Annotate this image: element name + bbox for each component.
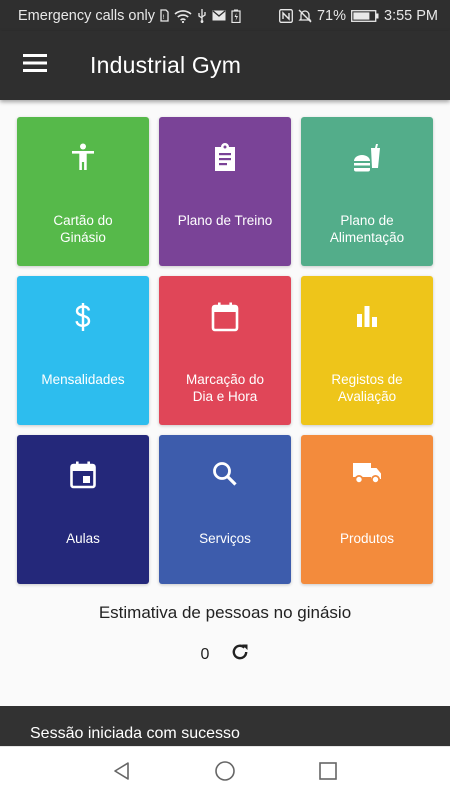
- people-estimate-title: Estimativa de pessoas no ginásio: [98, 603, 352, 622]
- clipboard-icon: [159, 143, 291, 171]
- tile-products[interactable]: Produtos: [301, 435, 433, 584]
- calendar-icon: [159, 302, 291, 332]
- battery-percent: 71%: [316, 7, 346, 24]
- tile-services[interactable]: Serviços: [159, 435, 291, 584]
- menu-button[interactable]: [0, 31, 70, 100]
- usb-icon: [197, 8, 207, 23]
- tile-label: Serviços: [199, 531, 251, 546]
- tile-label: Mensalidades: [41, 372, 125, 387]
- mail-icon: [212, 10, 226, 21]
- event-icon: [17, 461, 149, 489]
- carrier-text: Emergency calls only: [18, 7, 155, 24]
- people-estimate-row: 0: [0, 643, 450, 666]
- tile-label: Marcação do Dia e Hora: [185, 372, 265, 404]
- tile-booking[interactable]: Marcação do Dia e Hora: [159, 276, 291, 425]
- recents-square-icon: [318, 761, 338, 786]
- battery-icon: [351, 9, 379, 23]
- mute-bell-icon: [298, 9, 312, 23]
- search-icon: [159, 461, 291, 487]
- tile-label: Plano de Alimentação: [329, 213, 405, 245]
- tile-monthly-fees[interactable]: Mensalidades: [17, 276, 149, 425]
- tile-label: Registos de Avaliação: [331, 372, 403, 404]
- back-triangle-icon: [112, 761, 132, 786]
- tile-nutrition-plan[interactable]: Plano de Alimentação: [301, 117, 433, 266]
- snackbar: Sessão iniciada com sucesso: [0, 706, 450, 746]
- people-count: 0: [200, 645, 210, 663]
- clock-time: 3:55 PM: [384, 7, 438, 24]
- tile-label: Produtos: [339, 531, 395, 546]
- tile-label: Cartão do Ginásio: [53, 213, 113, 245]
- tile-training-plan[interactable]: Plano de Treino: [159, 117, 291, 266]
- tile-classes[interactable]: Aulas: [17, 435, 149, 584]
- home-button[interactable]: [205, 754, 245, 794]
- snackbar-message: Sessão iniciada com sucesso: [30, 725, 240, 742]
- dollar-icon: [17, 302, 149, 332]
- hamburger-menu-icon: [23, 54, 47, 77]
- app-bar: Industrial Gym: [0, 31, 450, 100]
- menu-grid: Cartão do Ginásio Plano de Treino Plano …: [17, 117, 433, 584]
- refresh-icon: [231, 643, 249, 666]
- back-button[interactable]: [102, 754, 142, 794]
- wifi-icon: [174, 9, 192, 23]
- tile-label: Aulas: [66, 531, 100, 546]
- recents-button[interactable]: [308, 754, 348, 794]
- battery-charging-icon: [231, 9, 241, 23]
- truck-icon: [301, 461, 433, 485]
- sim-icon: !: [160, 9, 169, 22]
- svg-text:!: !: [162, 14, 164, 21]
- refresh-button[interactable]: [231, 643, 249, 666]
- nfc-icon: [279, 8, 293, 23]
- fastfood-icon: [301, 143, 433, 173]
- bar-chart-icon: [301, 302, 433, 328]
- tile-label: Plano de Treino: [177, 213, 273, 228]
- page-title: Industrial Gym: [90, 52, 242, 78]
- home-circle-icon: [214, 760, 236, 787]
- status-bar: Emergency calls only ! 71% 3:55 PM: [0, 0, 450, 31]
- accessibility-person-icon: [17, 143, 149, 171]
- tile-evaluation-records[interactable]: Registos de Avaliação: [301, 276, 433, 425]
- system-nav-bar: [0, 746, 450, 800]
- tile-gym-card[interactable]: Cartão do Ginásio: [17, 117, 149, 266]
